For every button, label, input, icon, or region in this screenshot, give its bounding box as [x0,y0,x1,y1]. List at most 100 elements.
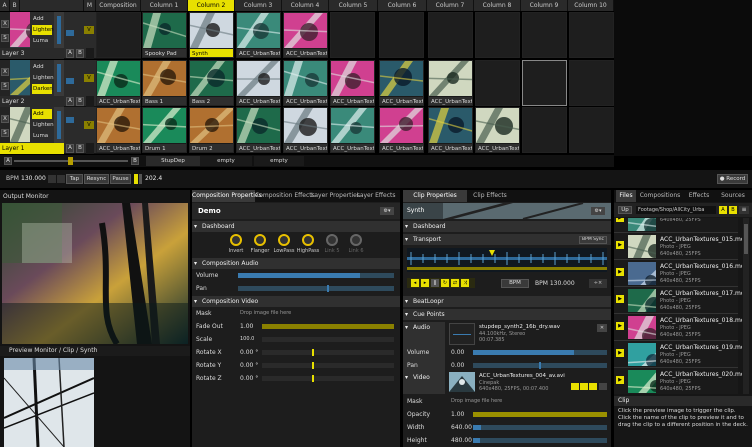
layer-preview[interactable] [9,107,56,143]
layer-clear-button[interactable]: X [1,68,9,76]
crossfader-handle[interactable] [68,157,73,165]
dashboard-knob[interactable] [278,234,290,246]
layer-bypass-button[interactable] [86,96,94,107]
tab-compositions[interactable]: Compositions [638,190,682,202]
layer-opacity-slider[interactable] [54,60,64,96]
clip-label[interactable]: ACC_UrbanTextures [237,144,280,152]
layer-a-button[interactable]: A [66,49,74,58]
comp-param-value[interactable]: 0.00 ° [240,362,258,369]
file-name[interactable]: ACC_UrbanTextures_018.mov [660,317,742,324]
clip-label[interactable]: ACC_UrbanTextures [380,144,423,152]
clip-cell[interactable]: ACC_UrbanTextures [236,12,281,58]
column-header-4[interactable]: Column 4 [282,0,329,11]
tab-composition-properties[interactable]: Composition Properties [192,190,262,202]
clip-cell-empty[interactable] [522,60,567,106]
height-value[interactable]: 480.00 [451,437,472,444]
layer-a-button[interactable]: A [66,97,74,106]
layer-video-toggle[interactable]: V [84,121,94,129]
video-remove-icon[interactable] [599,383,607,390]
composition-video-header[interactable]: Composition Video [192,296,400,307]
video-b-toggle[interactable] [589,383,597,390]
crossfader-a-button[interactable]: A [4,157,12,165]
layer-level-marker[interactable] [66,30,74,36]
clip-cell[interactable]: ACC_UrbanTextures [428,60,473,106]
clip-label[interactable]: ACC_UrbanTextures [237,97,280,105]
pause-icon[interactable]: ∥ [431,279,439,287]
comp-param-value[interactable]: 0.00 ° [240,375,258,382]
clip-cell[interactable]: Bass 2 [189,60,234,106]
width-slider[interactable] [473,425,607,430]
tab-clip-effects[interactable]: Clip Effects [467,190,513,202]
comp-param-slider[interactable] [262,375,394,382]
clip-label[interactable]: ACC_UrbanTextures [97,97,140,105]
column-header-1[interactable]: Column 1 [141,0,188,11]
height-slider[interactable] [473,438,607,443]
layer-clear-button[interactable]: X [1,115,9,123]
clip-label[interactable]: Bass 1 [143,97,186,105]
blend-mode-item[interactable]: Add [32,109,52,119]
blend-mode-item[interactable]: Add [32,14,52,24]
header-composition[interactable]: Composition [96,0,141,11]
clip-cell[interactable]: ACC_UrbanTextures [428,107,473,153]
comp-mask-drop[interactable]: Drop image file here [240,308,291,319]
layer-b-button[interactable]: B [76,97,84,106]
header-m[interactable]: M [84,0,96,11]
clip-cell-empty[interactable] [475,60,520,106]
gear-icon[interactable]: ⚙▾ [380,207,394,215]
composition-clip[interactable]: ACC_UrbanTextures [96,60,141,106]
layer-level-marker[interactable] [66,117,74,123]
file-list-scrollbar[interactable] [743,218,749,394]
layer-name[interactable]: Layer 2 [0,96,64,107]
up-button[interactable]: Up [618,206,632,214]
view-a-toggle[interactable]: A [719,206,727,214]
comp-param-slider[interactable] [262,337,394,342]
clip-cell[interactable]: ACC_UrbanTextures [236,60,281,106]
bpm-halve-double-icon[interactable]: ÷× [589,279,607,288]
clip-cell[interactable]: ACC_UrbanTextures [379,107,424,153]
column-header-9[interactable]: Column 9 [521,0,568,11]
video-r-toggle[interactable] [571,383,579,390]
clip-label[interactable]: ACC_UrbanTextures [331,97,374,105]
clip-cell[interactable]: Drum 1 [142,107,187,153]
composition-dashboard-header[interactable]: Dashboard [192,221,400,232]
clip-label[interactable]: ACC_UrbanTextures [284,97,327,105]
clip-cell-empty[interactable] [475,12,520,58]
clip-dashboard-header[interactable]: Dashboard [403,221,611,232]
bounce-icon[interactable]: ⇄ [451,279,459,287]
opacity-value[interactable]: 1.00 [451,411,464,418]
clip-label[interactable]: Drum 1 [143,144,186,152]
blend-mode-item[interactable]: Darken [32,84,53,94]
clip-cell[interactable]: ACC_UrbanTextures [283,12,328,58]
header-a[interactable]: A [0,0,10,11]
bpm-decrease-icon[interactable] [48,175,56,183]
file-item[interactable]: ▶ ACC_UrbanTextures_016.mov Photo - JPEG 6… [614,260,742,297]
column-header-6[interactable]: Column 6 [378,0,427,11]
composition-audio-header[interactable]: Composition Audio [192,258,400,269]
tab-composition-effects[interactable]: Composition Effects [255,190,315,202]
clip-pan-slider[interactable] [473,362,607,369]
column-header-8[interactable]: Column 8 [474,0,521,11]
video-filename[interactable]: ACC_UrbanTextures_004_av.avi [479,373,565,379]
layer-solo-button[interactable]: S [1,82,9,90]
dashboard-knob[interactable] [302,234,314,246]
tab-layer-effects[interactable]: Layer Effects [356,190,396,202]
clip-cell[interactable]: ACC_UrbanTextures [236,107,281,153]
layer-solo-button[interactable]: S [1,34,9,42]
layer-name[interactable]: Layer 1 [0,143,64,154]
clip-cell-empty[interactable] [569,60,614,106]
comp-param-slider[interactable] [262,362,394,369]
path-field[interactable]: Footage/Shop/AllCity_Urba [636,206,716,214]
tap-button[interactable]: Tap [66,174,83,184]
layer-opacity-slider[interactable] [54,107,64,143]
record-button[interactable]: ● Record [717,174,748,184]
comp-param-slider[interactable] [262,349,394,356]
file-name[interactable]: ACC_UrbanTextures_020.mov [660,371,742,378]
blend-mode-item[interactable]: Lighten [32,25,54,35]
file-item[interactable]: ▶ ACC_UrbanTextures_020.mov Photo - JPEG 6… [614,368,742,394]
clip-cell[interactable]: ACC_UrbanTextures [283,60,328,106]
deck-tab-1[interactable]: StupDep [146,156,200,166]
composition-clip-empty[interactable] [96,12,141,58]
layer-b-button[interactable]: B [76,144,84,153]
comp-param-slider[interactable] [262,324,394,329]
dashboard-knob[interactable] [326,234,338,246]
